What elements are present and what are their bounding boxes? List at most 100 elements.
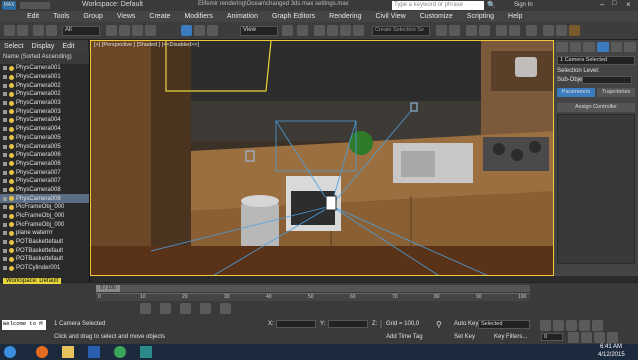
visibility-toggle-icon[interactable] bbox=[3, 214, 7, 219]
app-menu-button[interactable]: MAX bbox=[2, 1, 16, 10]
viewport-label[interactable]: [+] [Perspective ] [Shaded ] [<<Disabled… bbox=[94, 42, 199, 48]
visibility-toggle-icon[interactable] bbox=[3, 222, 7, 227]
explorer-tab-select[interactable]: Select bbox=[0, 43, 27, 50]
utilities-tab-icon[interactable] bbox=[624, 42, 637, 52]
explorer-item[interactable]: PicFrameObj_000 bbox=[0, 212, 89, 221]
visibility-toggle-icon[interactable] bbox=[3, 92, 7, 97]
explorer-list[interactable]: PhysCamera001 PhysCamera001 PhysCamera002 P… bbox=[0, 64, 89, 273]
visibility-toggle-icon[interactable] bbox=[3, 170, 7, 175]
menu-create[interactable]: Create bbox=[142, 13, 177, 20]
menu-modifiers[interactable]: Modifiers bbox=[177, 13, 219, 20]
previous-frame-icon[interactable] bbox=[553, 320, 564, 331]
key-filters-button[interactable]: Key Filters... bbox=[494, 334, 527, 340]
graphite-tools-icon[interactable] bbox=[479, 25, 490, 36]
explorer-item[interactable]: PhysCamera003 bbox=[0, 99, 89, 108]
visibility-toggle-icon[interactable] bbox=[3, 101, 7, 106]
minimize-icon[interactable]: – bbox=[600, 0, 604, 9]
maxscript-listener[interactable]: Welcome to M bbox=[2, 320, 46, 330]
explorer-item[interactable]: PhysCamera004 bbox=[0, 125, 89, 134]
snap-toggle-icon[interactable] bbox=[314, 25, 325, 36]
add-time-tag-button[interactable]: Add Time Tag bbox=[386, 334, 423, 340]
key-set-dropdown[interactable]: Selected bbox=[478, 320, 530, 329]
visibility-toggle-icon[interactable] bbox=[3, 118, 7, 123]
hierarchy-tab-icon[interactable] bbox=[583, 42, 596, 52]
play-animation-icon[interactable] bbox=[566, 320, 577, 331]
key-mode-icon[interactable] bbox=[160, 303, 171, 314]
clock-date[interactable]: 4/12/2015 bbox=[598, 352, 625, 358]
unlink-icon[interactable] bbox=[46, 25, 57, 36]
assign-controller-rollout[interactable]: Assign Controller bbox=[557, 103, 635, 112]
menu-group[interactable]: Group bbox=[76, 13, 109, 20]
tab-parameters[interactable]: Parameters bbox=[557, 88, 595, 97]
menu-tools[interactable]: Tools bbox=[46, 13, 76, 20]
angle-snap-icon[interactable] bbox=[327, 25, 338, 36]
explorer-item[interactable]: PhysCamera002 bbox=[0, 81, 89, 90]
explorer-item[interactable]: PhysCamera002 bbox=[0, 90, 89, 99]
visibility-toggle-icon[interactable] bbox=[3, 83, 7, 88]
select-by-name-icon[interactable] bbox=[119, 25, 130, 36]
select-and-move-icon[interactable] bbox=[181, 25, 192, 36]
tab-trajectories[interactable]: Trajectories bbox=[597, 88, 635, 97]
menu-civil-view[interactable]: Civil View bbox=[368, 13, 412, 20]
explorer-item[interactable]: POTCylinder001 bbox=[0, 264, 89, 273]
time-slider[interactable]: 0 / 100 bbox=[96, 285, 530, 292]
explorer-item[interactable]: plane waterrrr bbox=[0, 229, 89, 238]
next-frame-icon[interactable] bbox=[579, 320, 590, 331]
visibility-toggle-icon[interactable] bbox=[3, 135, 7, 140]
quick-access-toolbar[interactable] bbox=[20, 2, 50, 9]
search-box[interactable]: Type a keyword or phrase bbox=[392, 1, 484, 10]
z-coordinate-field[interactable] bbox=[380, 320, 382, 328]
percent-snap-icon[interactable] bbox=[340, 25, 351, 36]
named-selection-set-input[interactable]: Create Selection Se bbox=[372, 26, 430, 36]
explorer-item[interactable]: PhysCamera006 bbox=[0, 151, 89, 160]
play-icon[interactable] bbox=[140, 303, 151, 314]
select-and-rotate-icon[interactable] bbox=[194, 25, 205, 36]
y-coordinate-field[interactable] bbox=[328, 320, 368, 328]
object-paint-icon[interactable] bbox=[220, 303, 231, 314]
menu-scripting[interactable]: Scripting bbox=[460, 13, 501, 20]
pivot-center-icon[interactable] bbox=[282, 25, 293, 36]
visibility-toggle-icon[interactable] bbox=[3, 66, 7, 71]
render-setup-icon[interactable] bbox=[543, 25, 554, 36]
firefox-taskbar-icon[interactable] bbox=[36, 346, 48, 358]
explorer-item[interactable]: PhysCamera003 bbox=[0, 107, 89, 116]
visibility-toggle-icon[interactable] bbox=[3, 187, 7, 192]
visibility-toggle-icon[interactable] bbox=[3, 75, 7, 80]
undo-icon[interactable] bbox=[4, 25, 15, 36]
selection-filter-dropdown[interactable]: All bbox=[62, 26, 100, 36]
go-to-end-icon[interactable] bbox=[592, 320, 603, 331]
explorer-taskbar-icon[interactable] bbox=[62, 346, 74, 358]
menu-edit[interactable]: Edit bbox=[20, 13, 46, 20]
set-key-button[interactable]: Set Key bbox=[454, 334, 475, 340]
select-and-scale-icon[interactable] bbox=[207, 25, 218, 36]
visibility-toggle-icon[interactable] bbox=[3, 179, 7, 184]
explorer-tab-display[interactable]: Display bbox=[27, 43, 58, 50]
close-icon[interactable]: × bbox=[626, 0, 631, 9]
motion-tab-icon[interactable] bbox=[597, 42, 609, 52]
explorer-item[interactable]: PhysCamera007 bbox=[0, 168, 89, 177]
menu-graph-editors[interactable]: Graph Editors bbox=[265, 13, 322, 20]
object-name-field[interactable]: 1 Camera Selected bbox=[557, 56, 635, 65]
search-icon[interactable]: 🔍 bbox=[487, 1, 496, 9]
window-crossing-icon[interactable] bbox=[145, 25, 156, 36]
explorer-item[interactable]: PhysCamera006 bbox=[0, 160, 89, 169]
viewcube[interactable] bbox=[515, 57, 537, 77]
material-editor-icon[interactable] bbox=[526, 25, 537, 36]
visibility-toggle-icon[interactable] bbox=[3, 196, 7, 201]
visibility-toggle-icon[interactable] bbox=[3, 240, 7, 245]
explorer-item[interactable]: POTBaskettefault bbox=[0, 246, 89, 255]
explorer-item[interactable]: PhysCamera005 bbox=[0, 142, 89, 151]
explorer-item[interactable]: PhysCamera007 bbox=[0, 177, 89, 186]
visibility-toggle-icon[interactable] bbox=[3, 257, 7, 262]
explorer-tab-edit[interactable]: Edit bbox=[58, 43, 78, 50]
redo-icon[interactable] bbox=[17, 25, 28, 36]
visibility-toggle-icon[interactable] bbox=[3, 266, 7, 271]
render-icon[interactable] bbox=[200, 303, 211, 314]
controller-list[interactable] bbox=[557, 114, 635, 264]
layer-manager-icon[interactable] bbox=[466, 25, 477, 36]
zoom-icon[interactable] bbox=[568, 332, 579, 343]
visibility-toggle-icon[interactable] bbox=[3, 248, 7, 253]
timeline-track[interactable]: 0 10 20 30 40 50 60 70 80 90 100 bbox=[96, 293, 530, 301]
pan-icon[interactable] bbox=[581, 332, 592, 343]
explorer-item[interactable]: PicFrameObj_000 bbox=[0, 203, 89, 212]
